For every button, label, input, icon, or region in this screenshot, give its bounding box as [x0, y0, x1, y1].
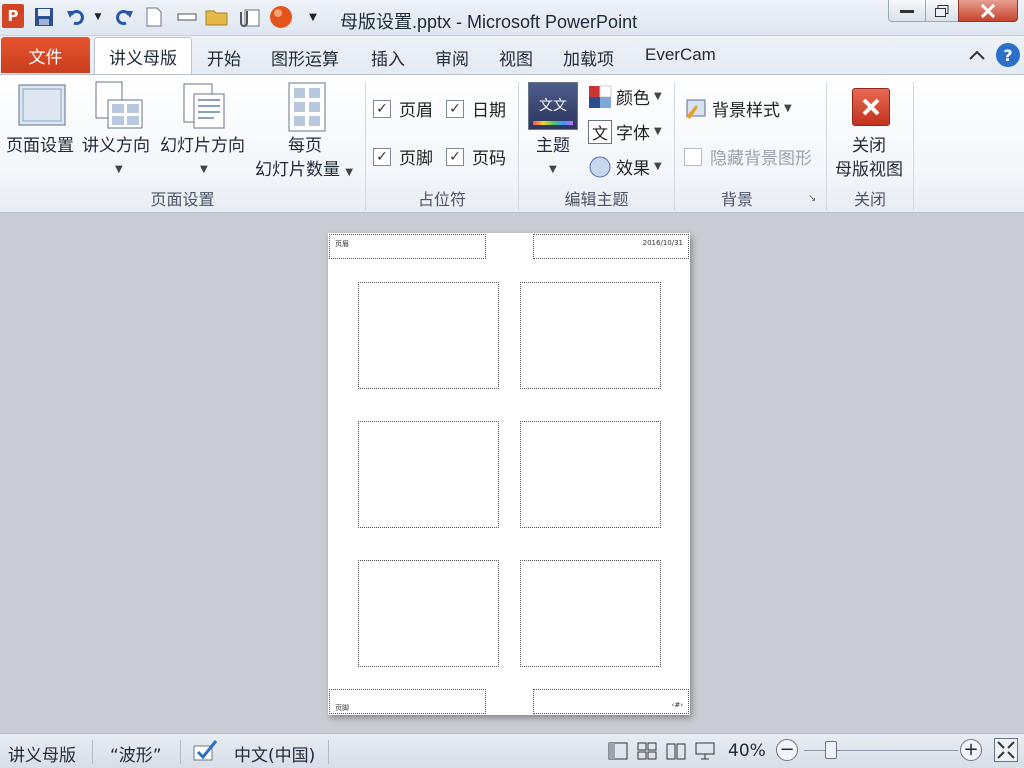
group-separator — [913, 82, 914, 210]
fit-to-window-icon[interactable] — [994, 738, 1018, 762]
window-title: 母版设置.pptx - Microsoft PowerPoint — [340, 12, 638, 32]
attach-icon[interactable] — [236, 6, 262, 28]
theme-thumbnail[interactable]: 文文 — [528, 82, 578, 130]
fonts-button[interactable]: 文 字体 ▼ — [588, 119, 662, 144]
dialog-launcher-icon[interactable]: ↘ — [808, 193, 816, 204]
slide-placeholder[interactable] — [358, 560, 499, 667]
theme-button[interactable]: 主题 — [536, 134, 570, 158]
page-setup-icon[interactable] — [18, 84, 66, 132]
header-placeholder[interactable]: 页眉 — [329, 234, 486, 259]
slides-per-page-button[interactable]: 幻灯片数量 ▼ — [255, 158, 353, 185]
minus-shape-icon[interactable] — [176, 6, 198, 28]
tab-evercam[interactable]: EverCam — [645, 45, 716, 65]
slide-placeholder[interactable] — [520, 421, 661, 528]
tab-handout-master[interactable]: 讲义母版 — [94, 37, 192, 75]
open-folder-icon[interactable] — [204, 6, 230, 28]
check-icon: ✓ — [446, 147, 464, 166]
check-icon: ✓ — [373, 99, 391, 118]
help-icon[interactable]: ? — [996, 43, 1020, 67]
header-checkbox[interactable]: ✓ 页眉 — [373, 96, 433, 121]
check-icon: ✓ — [373, 147, 391, 166]
group-label-edit-theme: 编辑主题 — [564, 190, 629, 209]
date-placeholder[interactable]: 2016/10/31 — [533, 234, 689, 259]
slide-sorter-icon[interactable] — [637, 742, 657, 765]
slide-orientation-button[interactable]: 幻灯片方向 — [160, 134, 245, 158]
theme-dropdown-icon[interactable]: ▼ — [549, 158, 557, 182]
restore-button[interactable] — [925, 0, 959, 22]
close-window-button[interactable] — [958, 0, 1018, 22]
slides-per-page-label-line1[interactable]: 每页 — [288, 134, 322, 158]
status-language[interactable]: 中文(中国) — [234, 741, 315, 766]
minimize-icon — [900, 9, 914, 13]
slide-placeholder[interactable] — [520, 282, 661, 389]
colors-icon — [589, 85, 612, 108]
record-icon[interactable] — [268, 6, 294, 28]
page-number-placeholder[interactable]: ‹#› — [533, 689, 689, 714]
slide-placeholder[interactable] — [358, 282, 499, 389]
minimize-ribbon-icon[interactable] — [968, 47, 986, 66]
tab-review[interactable]: 审阅 — [435, 45, 469, 70]
colors-button[interactable]: 颜色 ▼ — [588, 84, 662, 109]
group-label-background: 背景 — [720, 190, 753, 209]
slideshow-icon[interactable] — [695, 742, 715, 765]
close-icon — [980, 3, 996, 18]
save-icon[interactable] — [32, 6, 56, 28]
new-document-icon[interactable] — [144, 6, 164, 28]
status-view-name: 讲义母版 — [8, 746, 76, 766]
page-setup-button[interactable]: 页面设置 — [6, 134, 74, 158]
tab-home[interactable]: 开始 — [207, 45, 241, 70]
background-styles-icon — [686, 99, 706, 119]
reading-view-icon[interactable] — [666, 742, 686, 765]
fonts-icon: 文 — [588, 119, 612, 144]
slides-per-page-icon[interactable] — [288, 82, 326, 136]
undo-dropdown-icon[interactable]: ▼ — [92, 6, 104, 28]
status-theme-name[interactable]: “波形” — [110, 741, 162, 766]
tab-addins[interactable]: 加载项 — [563, 45, 614, 70]
effects-icon — [589, 156, 611, 177]
powerpoint-app-icon[interactable]: P — [2, 4, 24, 28]
tab-view[interactable]: 视图 — [499, 45, 533, 70]
group-label-page-setup: 页面设置 — [150, 190, 215, 209]
zoom-in-button[interactable]: + — [960, 739, 982, 761]
handout-orientation-icon[interactable] — [94, 80, 144, 136]
effects-button[interactable]: 效果 ▼ — [588, 154, 662, 179]
slide-placeholder[interactable] — [520, 560, 661, 667]
handout-orientation-dropdown-icon[interactable]: ▼ — [115, 158, 123, 182]
handout-master-page[interactable]: 页眉 2016/10/31 页脚 ‹#› — [328, 233, 690, 715]
tab-shape-operations[interactable]: 图形运算 — [271, 45, 339, 70]
hide-background-checkbox[interactable]: 隐藏背景图形 — [684, 144, 812, 169]
date-checkbox[interactable]: ✓ 日期 — [446, 96, 506, 121]
close-master-view-label-line1[interactable]: 关闭 — [852, 134, 886, 158]
slide-orientation-dropdown-icon[interactable]: ▼ — [200, 158, 208, 182]
zoom-level[interactable]: 40% — [728, 741, 766, 761]
spell-check-icon[interactable] — [192, 738, 220, 767]
tab-file[interactable]: 文件 — [1, 37, 90, 73]
title-bar: P ▼ ▼ 母版设置.pptx - Microsoft PowerPoint — [0, 0, 1024, 36]
customize-toolbar-icon[interactable]: ▼ — [306, 6, 320, 28]
tab-insert[interactable]: 插入 — [371, 45, 405, 70]
check-icon: ✓ — [446, 99, 464, 118]
handout-orientation-button[interactable]: 讲义方向 — [82, 134, 150, 158]
normal-view-icon[interactable] — [608, 742, 628, 765]
zoom-out-button[interactable]: − — [776, 739, 798, 761]
group-label-close: 关闭 — [853, 190, 886, 209]
status-bar: 讲义母版 “波形” 中文(中国) 40% − + — [0, 733, 1024, 768]
minimize-button[interactable] — [888, 0, 926, 22]
page-number-checkbox[interactable]: ✓ 页码 — [446, 144, 506, 169]
undo-icon[interactable] — [64, 6, 88, 28]
zoom-slider-handle[interactable] — [825, 741, 837, 759]
background-styles-button[interactable]: 背景样式 ▼ — [684, 96, 792, 121]
footer-checkbox[interactable]: ✓ 页脚 — [373, 144, 433, 169]
group-label-placeholders: 占位符 — [417, 190, 466, 209]
close-master-view-button[interactable]: 母版视图 — [835, 158, 903, 182]
slide-orientation-icon[interactable] — [180, 82, 228, 134]
slides-per-page-dropdown-icon: ▼ — [345, 167, 354, 178]
redo-icon[interactable] — [112, 6, 136, 28]
slide-placeholder[interactable] — [358, 421, 499, 528]
close-master-view-icon[interactable] — [852, 88, 890, 126]
restore-icon — [935, 4, 949, 17]
footer-placeholder[interactable]: 页脚 — [329, 689, 486, 714]
